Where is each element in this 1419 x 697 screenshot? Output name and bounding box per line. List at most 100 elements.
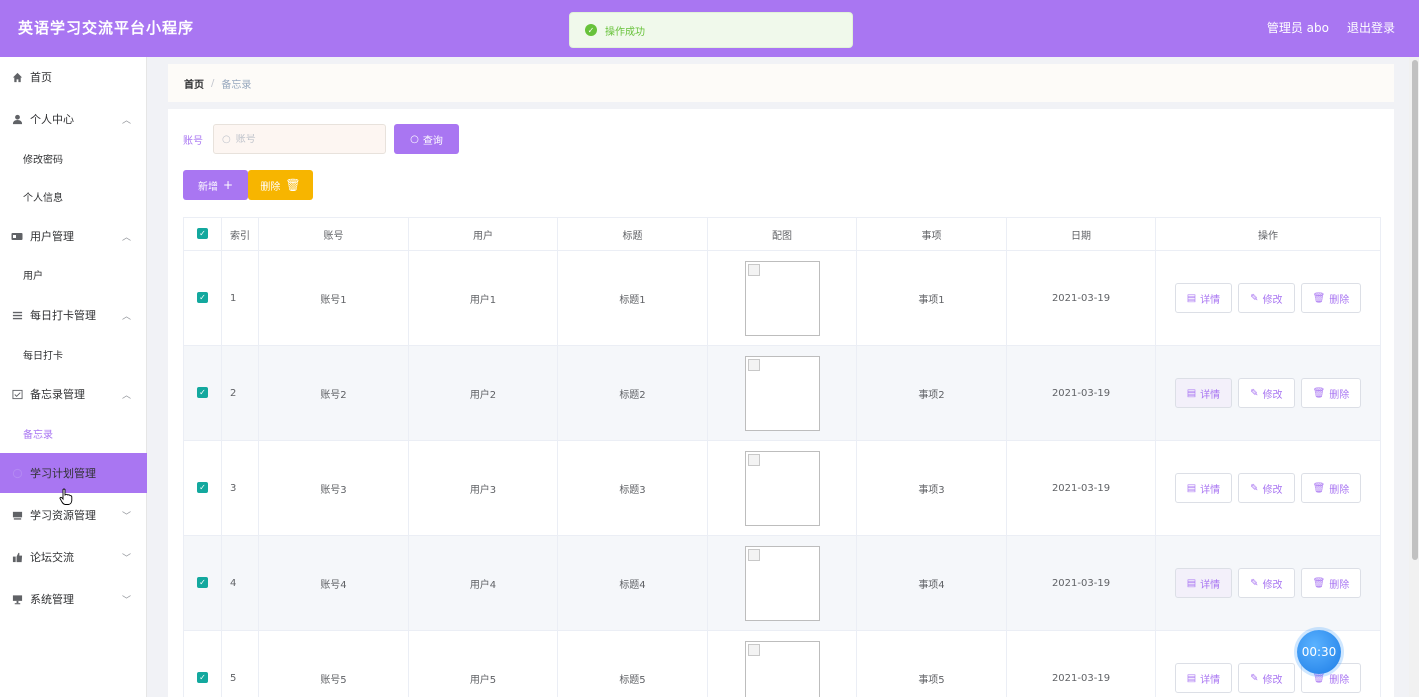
sidebar-item-personal-center[interactable]: 个人中心 ︿ <box>0 99 147 139</box>
edit-button[interactable]: ✎ 修改 <box>1238 283 1295 313</box>
row-title: 标题3 <box>557 440 708 536</box>
delete-button-label: 删除 <box>1329 484 1350 496</box>
sidebar-item-memo[interactable]: 备忘录 <box>0 414 147 452</box>
row-item: 事项5 <box>856 630 1007 697</box>
edit-button[interactable]: ✎ 修改 <box>1238 568 1295 598</box>
table-row: ✓ 4 账号4 用户4 标题4 事项4 2021-03-19 ▤ 详情 ✎ 修改 🗑… <box>183 535 1381 631</box>
delete-button[interactable]: 🗑 删除 <box>1300 378 1362 408</box>
delete-button-label: 删除 <box>260 181 281 193</box>
row-index: 4 <box>221 535 259 631</box>
column-header: 操作 <box>1155 217 1381 251</box>
delete-button[interactable]: 🗑 删除 <box>1300 473 1362 503</box>
search-button[interactable]: ○ 查询 <box>394 124 459 154</box>
chevron-down-icon: ﹀ <box>121 596 131 606</box>
detail-button[interactable]: ▤ 详情 <box>1174 473 1233 503</box>
sidebar-item-personal-info[interactable]: 个人信息 <box>0 177 147 215</box>
edit-button[interactable]: ✎ 修改 <box>1238 663 1295 693</box>
delete-button[interactable]: 🗑 删除 <box>1300 568 1362 598</box>
trash-icon: 🗑 <box>1312 577 1326 589</box>
search-label: 账号 <box>183 136 203 147</box>
row-date: 2021-03-19 <box>1006 250 1156 346</box>
sidebar-item-users[interactable]: 用户 <box>0 255 147 293</box>
edit-button[interactable]: ✎ 修改 <box>1238 473 1295 503</box>
timer-text: 00:30 <box>1301 645 1337 659</box>
breadcrumb-home[interactable]: 首页 <box>184 76 204 91</box>
row-checkbox[interactable]: ✓ <box>197 672 208 684</box>
page-scrollbar-thumb[interactable] <box>1412 60 1418 560</box>
row-item: 事项1 <box>856 250 1007 346</box>
row-date: 2021-03-19 <box>1006 535 1156 631</box>
sidebar-item-memo-management[interactable]: 备忘录管理 ︿ <box>0 374 147 414</box>
logout-link[interactable]: 退出登录 <box>1347 19 1395 36</box>
row-checkbox[interactable]: ✓ <box>197 577 208 589</box>
row-index: 1 <box>221 250 259 346</box>
sidebar-item-forum[interactable]: 论坛交流 ﹀ <box>0 537 147 577</box>
row-item: 事项4 <box>856 535 1007 631</box>
row-checkbox[interactable]: ✓ <box>197 482 208 494</box>
select-all-checkbox[interactable]: ✓ <box>197 228 208 240</box>
document-icon: ▤ <box>1186 482 1197 494</box>
detail-button[interactable]: ▤ 详情 <box>1174 568 1233 598</box>
trash-icon: 🗑 <box>1312 387 1326 399</box>
row-checkbox[interactable]: ✓ <box>197 387 208 399</box>
broken-image <box>744 355 820 431</box>
row-account: 账号4 <box>258 535 409 631</box>
delete-button-label: 删除 <box>1329 674 1350 686</box>
edit-icon: ✎ <box>1250 672 1259 684</box>
sidebar-item-study-plan-management[interactable]: 学习计划管理 <box>0 453 147 493</box>
column-header: 账号 <box>258 217 409 251</box>
row-account: 账号2 <box>258 345 409 441</box>
delete-button-label: 删除 <box>1329 579 1350 591</box>
admin-label[interactable]: 管理员 abo <box>1267 19 1329 36</box>
search-field[interactable]: ○ <box>213 124 386 154</box>
detail-button[interactable]: ▤ 详情 <box>1174 378 1233 408</box>
sidebar-item-label: 论坛交流 <box>30 551 74 564</box>
edit-icon: ✎ <box>1250 482 1259 494</box>
row-checkbox[interactable]: ✓ <box>197 292 208 304</box>
sidebar-item-label: 系统管理 <box>30 593 74 606</box>
column-header: 索引 <box>221 217 259 251</box>
plus-icon: + <box>222 178 234 192</box>
sidebar-item-label: 每日打卡管理 <box>30 309 96 322</box>
row-actions: ▤ 详情 ✎ 修改 🗑 删除 <box>1155 250 1381 346</box>
sidebar-item-change-password[interactable]: 修改密码 <box>0 139 147 177</box>
system-icon <box>11 593 23 605</box>
delete-button[interactable]: 🗑 删除 <box>1300 283 1362 313</box>
edit-button-label: 修改 <box>1262 579 1283 591</box>
broken-image <box>744 545 820 621</box>
chevron-up-icon: ︿ <box>121 312 131 322</box>
sidebar-item-user-management[interactable]: 用户管理 ︿ <box>0 216 147 256</box>
plan-icon <box>11 467 23 479</box>
edit-button[interactable]: ✎ 修改 <box>1238 378 1295 408</box>
sidebar-item-home[interactable]: 首页 <box>0 57 147 97</box>
select-all-cell[interactable]: ✓ <box>183 217 222 251</box>
sidebar-item-system-management[interactable]: 系统管理 ﹀ <box>0 579 147 619</box>
broken-image <box>744 450 820 526</box>
batch-delete-button[interactable]: 删除 🗑 <box>248 170 313 200</box>
search-input[interactable] <box>235 133 376 145</box>
chevron-up-icon: ︿ <box>121 233 131 243</box>
sidebar-item-label: 备忘录管理 <box>30 388 85 401</box>
edit-button-label: 修改 <box>1262 484 1283 496</box>
sidebar-item-daily-checkin[interactable]: 每日打卡 <box>0 335 147 373</box>
sidebar-item-label: 学习计划管理 <box>30 467 96 480</box>
row-account: 账号1 <box>258 250 409 346</box>
detail-button-label: 详情 <box>1200 389 1221 401</box>
detail-button[interactable]: ▤ 详情 <box>1174 283 1233 313</box>
sidebar-item-learning-resources-management[interactable]: 学习资源管理 ﹀ <box>0 495 147 535</box>
edit-button-label: 修改 <box>1262 674 1283 686</box>
row-account: 账号3 <box>258 440 409 536</box>
add-button[interactable]: 新增 + <box>183 170 248 200</box>
sidebar-item-label: 备忘录 <box>23 429 53 441</box>
sidebar-item-daily-checkin-management[interactable]: 每日打卡管理 ︿ <box>0 295 147 335</box>
column-header: 事项 <box>856 217 1007 251</box>
document-icon: ▤ <box>1186 292 1197 304</box>
trash-icon: 🗑 <box>1312 672 1326 684</box>
detail-button[interactable]: ▤ 详情 <box>1174 663 1233 693</box>
row-title: 标题2 <box>557 345 708 441</box>
timer-bubble[interactable]: 00:30 <box>1297 630 1341 674</box>
toast-message: 操作成功 <box>605 26 645 38</box>
trash-icon: 🗑 <box>1312 482 1326 494</box>
edit-button-label: 修改 <box>1262 294 1283 306</box>
trash-icon: 🗑 <box>285 178 301 192</box>
